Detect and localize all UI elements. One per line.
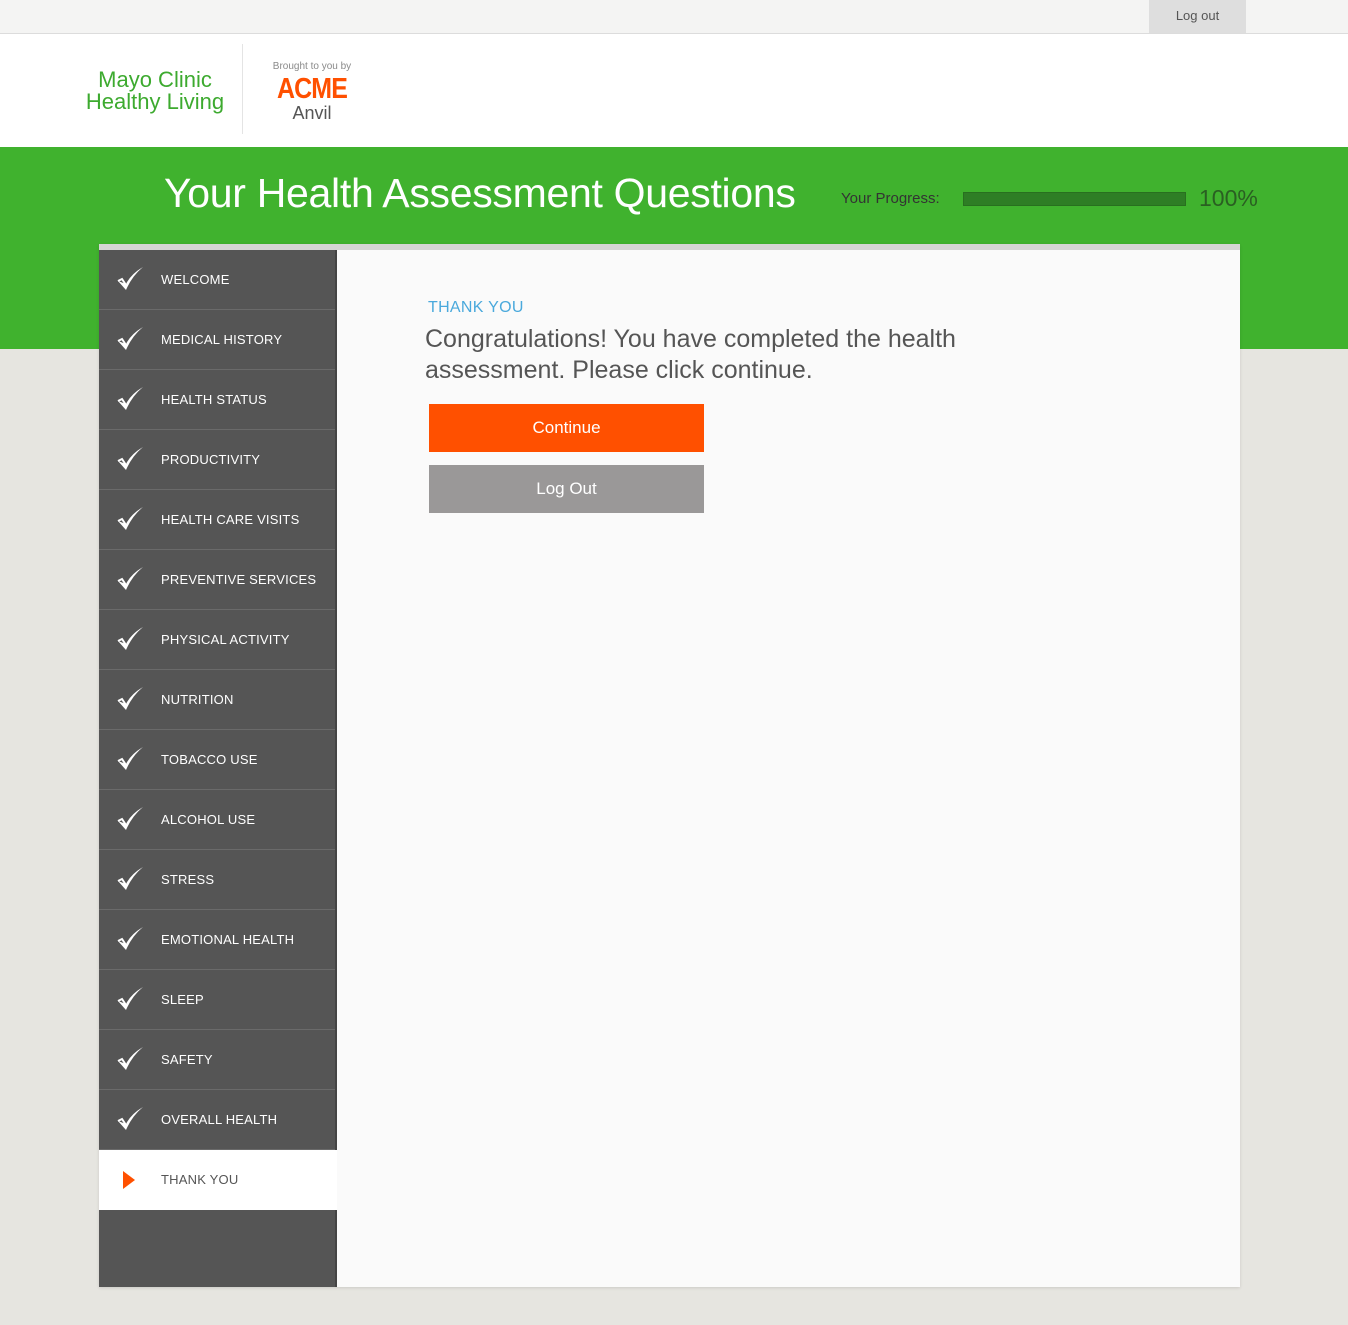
- sidebar-item-label: MEDICAL HISTORY: [161, 332, 283, 347]
- site-header: Mayo Clinic Healthy Living Brought to yo…: [0, 34, 1348, 147]
- sidebar-item-label: NUTRITION: [161, 692, 234, 707]
- sidebar-item-preventive-services[interactable]: PREVENTIVE SERVICES: [99, 550, 335, 610]
- sidebar-item-thank-you[interactable]: THANK YOU: [99, 1150, 337, 1210]
- sidebar-item-label: ALCOHOL USE: [161, 812, 256, 827]
- checkmark-icon: [115, 264, 145, 294]
- sidebar-item-label: SAFETY: [161, 1052, 213, 1067]
- sidebar-item-label: PREVENTIVE SERVICES: [161, 572, 317, 587]
- sidebar-item-productivity[interactable]: PRODUCTIVITY: [99, 430, 335, 490]
- top-bar: Log out: [0, 0, 1348, 34]
- checkmark-icon: [115, 684, 145, 714]
- sidebar-item-label: TOBACCO USE: [161, 752, 258, 767]
- sidebar-item-medical-history[interactable]: MEDICAL HISTORY: [99, 310, 335, 370]
- sidebar-item-overall-health[interactable]: OVERALL HEALTH: [99, 1090, 335, 1150]
- top-logout-button[interactable]: Log out: [1149, 0, 1246, 33]
- sidebar-item-health-care-visits[interactable]: HEALTH CARE VISITS: [99, 490, 335, 550]
- sidebar-item-label: STRESS: [161, 872, 215, 887]
- progress-label: Your Progress:: [841, 190, 940, 207]
- page-title: Your Health Assessment Questions: [164, 170, 796, 216]
- sidebar-item-label: HEALTH STATUS: [161, 392, 267, 407]
- progress-bar: [963, 192, 1186, 206]
- sidebar-item-emotional-health[interactable]: EMOTIONAL HEALTH: [99, 910, 335, 970]
- sidebar-item-safety[interactable]: SAFETY: [99, 1030, 335, 1090]
- section-sidebar: WELCOME MEDICAL HISTORY HEALTH STATUS PRODU…: [99, 250, 337, 1287]
- progress-percent: 100%: [1199, 185, 1258, 211]
- sidebar-item-physical-activity[interactable]: PHYSICAL ACTIVITY: [99, 610, 335, 670]
- continue-button[interactable]: Continue: [429, 404, 704, 452]
- sidebar-item-nutrition[interactable]: NUTRITION: [99, 670, 335, 730]
- sidebar-item-label: HEALTH CARE VISITS: [161, 512, 300, 527]
- checkmark-icon: [115, 384, 145, 414]
- sidebar-item-label: SLEEP: [161, 992, 204, 1007]
- section-label: THANK YOU: [428, 299, 524, 316]
- sidebar-item-health-status[interactable]: HEALTH STATUS: [99, 370, 335, 430]
- brought-to-you-text: Brought to you by: [272, 61, 352, 72]
- checkmark-icon: [115, 924, 145, 954]
- checkmark-icon: [115, 1104, 145, 1134]
- sidebar-item-label: THANK YOU: [161, 1172, 239, 1187]
- checkmark-icon: [115, 744, 145, 774]
- sidebar-item-alcohol-use[interactable]: ALCOHOL USE: [99, 790, 335, 850]
- checkmark-icon: [115, 564, 145, 594]
- sidebar-item-label: PHYSICAL ACTIVITY: [161, 632, 290, 647]
- sponsor-logo: ACME: [276, 73, 348, 105]
- sidebar-item-sleep[interactable]: SLEEP: [99, 970, 335, 1030]
- checkmark-icon: [115, 324, 145, 354]
- sidebar-item-label: EMOTIONAL HEALTH: [161, 932, 295, 947]
- assessment-panel: WELCOME MEDICAL HISTORY HEALTH STATUS PRODU…: [99, 244, 1240, 1287]
- completion-message: Congratulations! You have completed the …: [425, 325, 956, 384]
- current-arrow-icon: [123, 1171, 135, 1189]
- sidebar-item-welcome[interactable]: WELCOME: [99, 250, 335, 310]
- logo-line-1: Mayo Clinic: [98, 67, 212, 92]
- logo-line-2: Healthy Living: [85, 89, 225, 114]
- sidebar-item-label: PRODUCTIVITY: [161, 452, 261, 467]
- progress-fill: [964, 193, 1185, 205]
- checkmark-icon: [115, 864, 145, 894]
- sidebar-item-tobacco-use[interactable]: TOBACCO USE: [99, 730, 335, 790]
- sponsor-subtitle: Anvil: [292, 103, 332, 123]
- checkmark-icon: [115, 624, 145, 654]
- checkmark-icon: [115, 504, 145, 534]
- logo-divider: [242, 44, 243, 134]
- checkmark-icon: [115, 984, 145, 1014]
- checkmark-icon: [115, 804, 145, 834]
- sidebar-item-stress[interactable]: STRESS: [99, 850, 335, 910]
- checkmark-icon: [115, 1044, 145, 1074]
- mayo-clinic-logo[interactable]: Mayo Clinic Healthy Living: [70, 69, 240, 113]
- sidebar-item-label: OVERALL HEALTH: [161, 1112, 278, 1127]
- checkmark-icon: [115, 444, 145, 474]
- logout-button[interactable]: Log Out: [429, 465, 704, 513]
- sidebar-item-label: WELCOME: [161, 272, 230, 287]
- main-content: THANK YOU Congratulations! You have comp…: [337, 250, 1240, 1287]
